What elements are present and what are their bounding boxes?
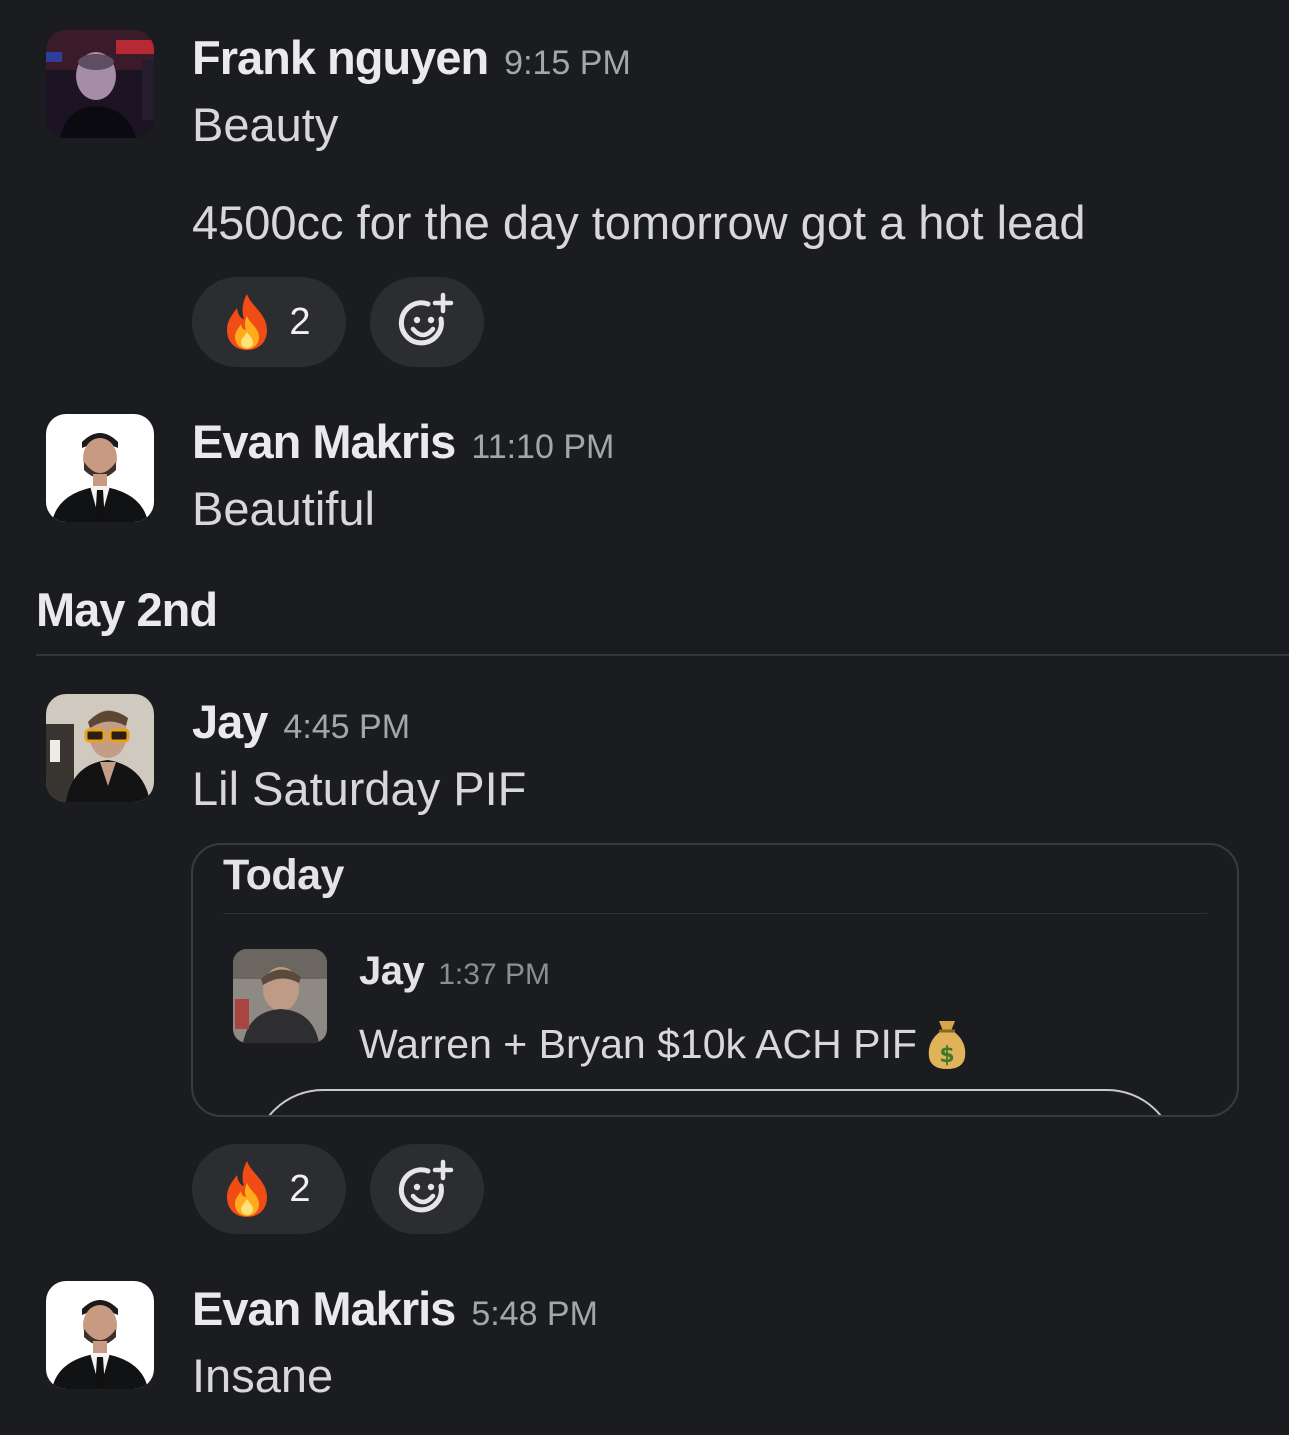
message-text: Beauty [192, 98, 339, 151]
reaction-fire[interactable]: 2 [192, 277, 346, 367]
message-timestamp[interactable]: 4:45 PM [283, 708, 410, 747]
avatar-frank [46, 30, 154, 138]
message-feed: Frank nguyen 9:15 PM Beauty 4500cc for t… [0, 0, 1289, 1435]
embed-divider [223, 913, 1207, 914]
money-bag-emoji [925, 1017, 969, 1071]
date-divider: May 2nd [36, 580, 1289, 656]
message-timestamp[interactable]: 9:15 PM [504, 44, 631, 83]
message-item: Evan Makris 11:10 PM Beautiful [0, 414, 1289, 535]
message-item: Frank nguyen 9:15 PM Beauty 4500cc for t… [0, 30, 1289, 370]
reaction-count: 2 [289, 300, 311, 343]
embed-text-row: Warren + Bryan $10k ACH PIF [359, 1017, 969, 1071]
avatar[interactable] [46, 414, 154, 522]
reaction-bar: 2 [192, 277, 484, 367]
message-author[interactable]: Evan Makris [192, 1281, 456, 1336]
avatar-jay [46, 694, 154, 802]
message-author[interactable]: Jay [192, 694, 268, 749]
avatar[interactable] [46, 1281, 154, 1389]
reaction-count: 2 [289, 1167, 311, 1210]
fire-emoji [221, 1159, 273, 1219]
avatar-jay-small [233, 949, 327, 1043]
embed-message-text: Warren + Bryan $10k ACH PIF [359, 1020, 917, 1067]
message-item: Evan Makris 5:48 PM Insane [0, 1281, 1289, 1411]
avatar-evan [46, 1281, 154, 1389]
reaction-fire[interactable]: 2 [192, 1144, 346, 1234]
message-author[interactable]: Frank nguyen [192, 30, 489, 85]
add-reaction-icon [397, 292, 457, 352]
divider-line [36, 654, 1289, 656]
reaction-bar: 2 [192, 1144, 484, 1234]
embed-timestamp: 1:37 PM [438, 958, 550, 991]
avatar[interactable] [46, 30, 154, 138]
message-author[interactable]: Evan Makris [192, 414, 456, 469]
embed-attachment-edge [253, 1089, 1177, 1115]
shared-message-embed[interactable]: Today Jay 1:37 PM Warren + Bryan $10k AC… [191, 843, 1239, 1117]
add-reaction-button[interactable] [370, 1144, 484, 1234]
message-text: Insane [192, 1349, 334, 1402]
embed-date-label: Today [223, 851, 344, 899]
embed-author: Jay [359, 949, 425, 993]
add-reaction-icon [397, 1159, 457, 1219]
avatar-evan [46, 414, 154, 522]
date-label[interactable]: May 2nd [36, 580, 1289, 640]
embed-avatar [233, 949, 327, 1043]
message-text: Beautiful [192, 482, 375, 535]
message-timestamp[interactable]: 5:48 PM [471, 1295, 598, 1334]
add-reaction-button[interactable] [370, 277, 484, 367]
message-timestamp[interactable]: 11:10 PM [471, 428, 614, 467]
fire-emoji [221, 292, 273, 352]
message-text: Lil Saturday PIF [192, 762, 527, 815]
message-text: 4500cc for the day tomorrow got a hot le… [192, 196, 1086, 249]
avatar[interactable] [46, 694, 154, 802]
